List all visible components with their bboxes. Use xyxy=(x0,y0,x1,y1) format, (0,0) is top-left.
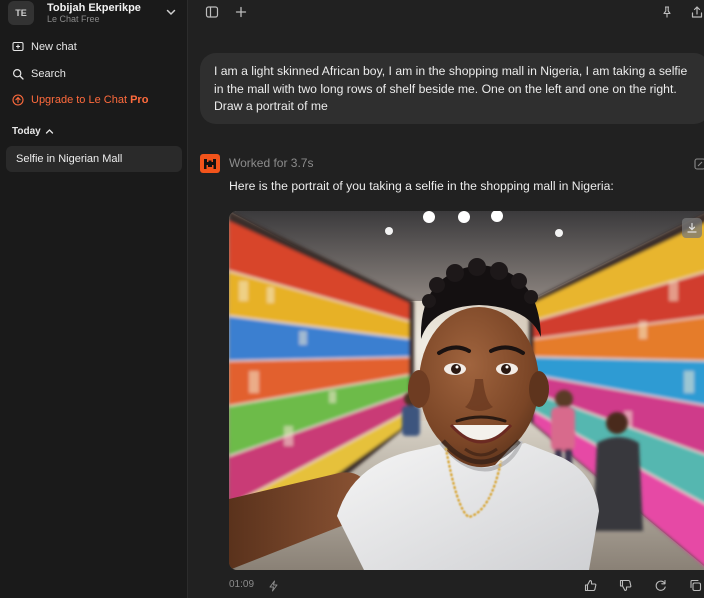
download-icon xyxy=(687,222,697,233)
mistral-logo xyxy=(200,154,220,173)
avatar: TE xyxy=(8,1,34,25)
upgrade-button[interactable]: Upgrade to Le Chat Pro xyxy=(6,89,182,111)
history-item[interactable]: Selfie in Nigerian Mall xyxy=(6,146,182,172)
account-name: Tobijah Ekperikpe xyxy=(47,1,141,14)
share-icon[interactable] xyxy=(690,5,704,19)
account-info: Tobijah Ekperikpe Le Chat Free xyxy=(47,2,141,25)
section-today-label: Today xyxy=(12,126,41,137)
thumbs-down-icon[interactable] xyxy=(619,579,632,592)
regenerate-icon[interactable] xyxy=(654,579,667,592)
message-timestamp: 01:09 xyxy=(229,579,255,590)
upgrade-label: Upgrade to Le Chat Pro xyxy=(31,94,148,106)
sidebar: TE Tobijah Ekperikpe Le Chat Free New ch… xyxy=(0,0,188,598)
plus-icon[interactable] xyxy=(234,5,248,19)
chevron-up-icon xyxy=(45,129,53,134)
bolt-icon xyxy=(268,579,279,592)
user-message: I am a light skinned African boy, I am i… xyxy=(200,53,704,124)
upgrade-label-prefix: Upgrade to Le Chat xyxy=(31,94,131,106)
account-switcher[interactable]: TE Tobijah Ekperikpe Le Chat Free xyxy=(8,0,182,26)
search-icon xyxy=(12,68,24,80)
generated-image[interactable] xyxy=(229,211,704,570)
search-button[interactable]: Search xyxy=(6,63,182,85)
copy-icon[interactable] xyxy=(689,579,702,592)
history-item-title: Selfie in Nigerian Mall xyxy=(16,153,123,165)
worked-for-status[interactable]: Worked for 3.7s xyxy=(229,156,313,170)
new-chat-button[interactable]: New chat xyxy=(6,36,182,58)
search-label: Search xyxy=(31,68,66,80)
account-plan: Le Chat Free xyxy=(47,13,100,24)
expand-icon[interactable] xyxy=(694,157,704,170)
chat-plus-icon xyxy=(12,41,24,52)
pin-icon[interactable] xyxy=(660,5,674,19)
upgrade-arrow-icon xyxy=(12,94,24,106)
thumbs-up-icon[interactable] xyxy=(584,579,597,592)
download-image-button[interactable] xyxy=(682,218,702,238)
new-chat-label: New chat xyxy=(31,41,77,53)
assistant-message: Here is the portrait of you taking a sel… xyxy=(229,179,614,193)
section-today[interactable]: Today xyxy=(12,126,54,137)
upgrade-label-pro: Pro xyxy=(130,94,149,106)
chevron-down-icon[interactable] xyxy=(164,5,178,19)
sidebar-toggle-icon[interactable] xyxy=(205,5,219,19)
